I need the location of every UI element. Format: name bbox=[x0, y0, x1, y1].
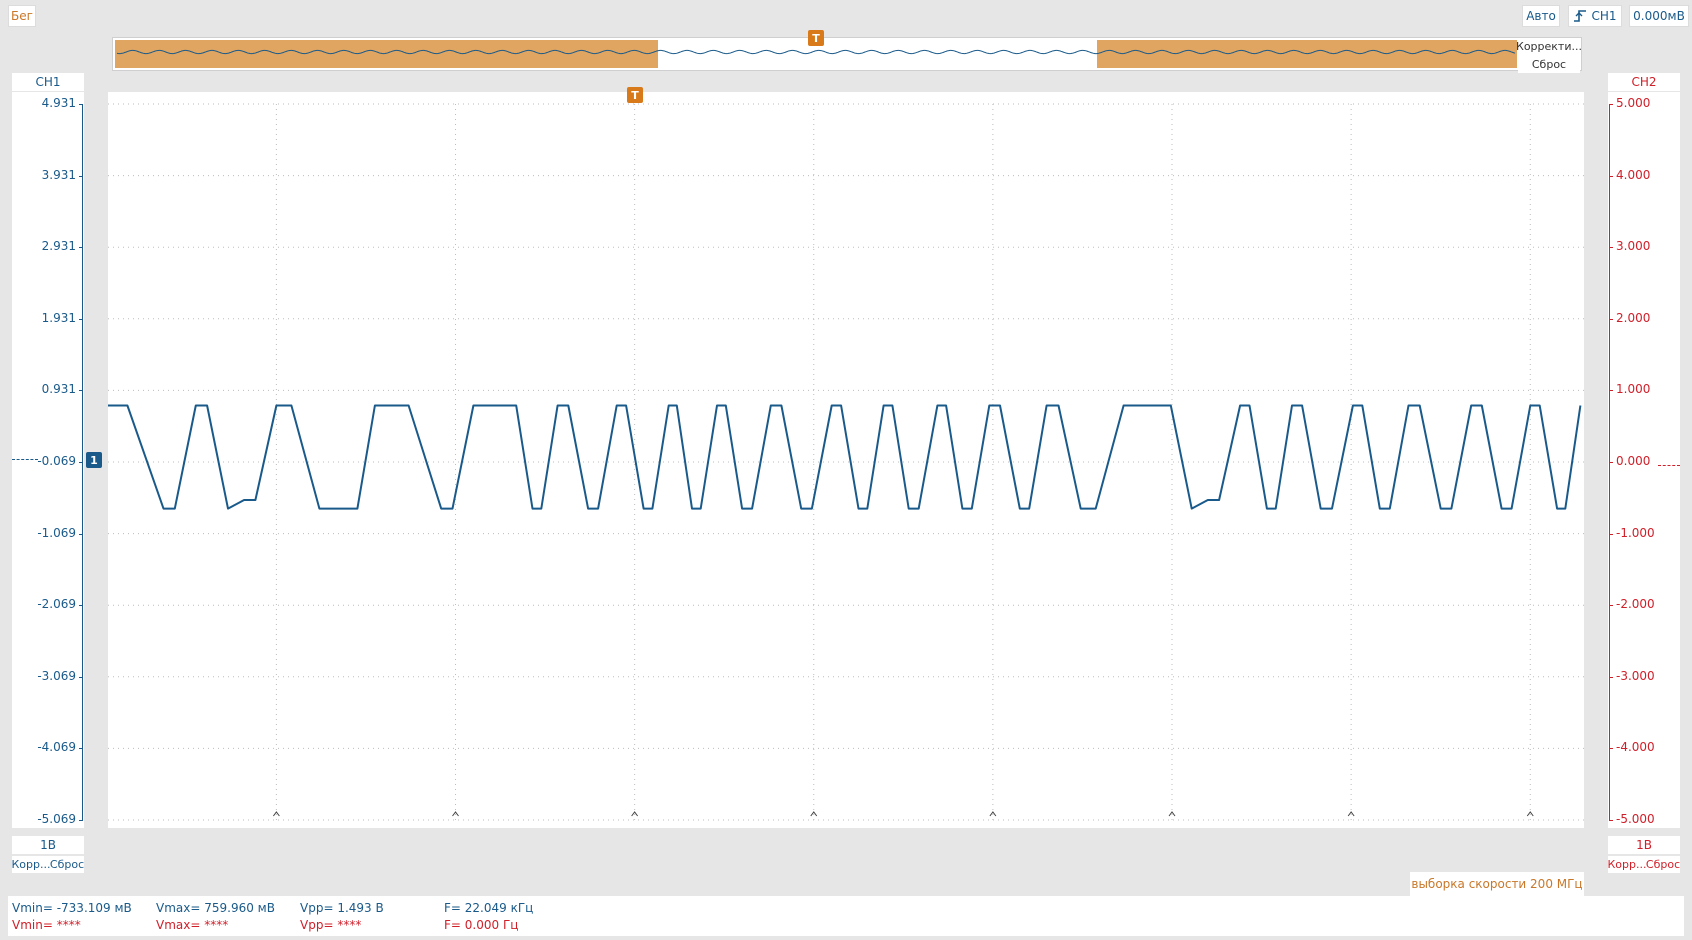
y-tick-label: -3.000 bbox=[1616, 668, 1655, 683]
ch2-vpp: Vpp= **** bbox=[300, 918, 362, 932]
trigger-mode-label: Авто bbox=[1526, 9, 1556, 23]
overview-left-shade bbox=[115, 40, 658, 68]
trigger-level-button[interactable]: 0.000мВ bbox=[1629, 5, 1689, 27]
y-tick-label: -1.069 bbox=[37, 525, 76, 540]
overview-trigger-marker-label: T bbox=[812, 31, 820, 45]
ch2-vmin: Vmin= **** bbox=[12, 918, 81, 932]
ch2-axis-panel: 5.000 4.000 3.000 2.000 1.000 0.000 -1.000 -2.0… bbox=[1608, 92, 1680, 828]
y-tick-label: -4.000 bbox=[1616, 740, 1655, 755]
ch2-axis-line bbox=[1609, 104, 1610, 820]
run-status-button[interactable]: Бег bbox=[8, 5, 36, 27]
y-tick-label: -4.069 bbox=[37, 740, 76, 755]
sample-rate-box: выборка скорости 200 МГц bbox=[1410, 872, 1584, 896]
ch2-freq: F= 0.000 Гц bbox=[444, 918, 519, 932]
ch1-vmin: Vmin= -733.109 мВ bbox=[12, 901, 132, 915]
ch1-title[interactable]: CH1 bbox=[12, 73, 84, 91]
y-tick-label: 1.931 bbox=[41, 310, 76, 325]
ch2-vmax: Vmax= **** bbox=[156, 918, 229, 932]
y-tick-label: 3.000 bbox=[1616, 239, 1651, 254]
waveform-overview[interactable] bbox=[112, 37, 1582, 71]
trigger-source-label: CH1 bbox=[1591, 9, 1617, 23]
ch2-title[interactable]: CH2 bbox=[1608, 73, 1680, 91]
y-tick-label: -2.069 bbox=[37, 597, 76, 612]
overview-trigger-marker[interactable]: T bbox=[808, 30, 824, 46]
rising-edge-icon bbox=[1573, 9, 1587, 23]
y-tick-label: 1.000 bbox=[1616, 382, 1651, 397]
scope-display[interactable]: -200 us-100 us0 us+100 us+200 us+300 us+… bbox=[108, 92, 1584, 828]
ch1-offset-dash bbox=[12, 459, 38, 460]
scope-plot-canvas: -200 us-100 us0 us+100 us+200 us+300 us+… bbox=[108, 103, 1584, 821]
ch1-offset-marker[interactable]: 1 bbox=[86, 452, 102, 468]
y-tick-label: 5.000 bbox=[1616, 96, 1651, 110]
ch1-scale-label: 1В bbox=[40, 838, 56, 852]
y-tick-label: 4.931 bbox=[41, 96, 76, 110]
overview-correct-label: Корректи... bbox=[1516, 40, 1582, 53]
trigger-mode-button[interactable]: Авто bbox=[1522, 5, 1560, 27]
overview-canvas bbox=[115, 40, 1517, 68]
y-tick-label: -5.000 bbox=[1616, 812, 1655, 826]
ch1-freq: F= 22.049 кГц bbox=[444, 901, 534, 915]
ch1-scale[interactable]: 1В bbox=[12, 836, 84, 854]
ch2-reset-label: Сброс bbox=[1645, 858, 1681, 871]
y-tick-label: -2.000 bbox=[1616, 597, 1655, 612]
ch2-correct-button[interactable]: Корр... bbox=[1607, 856, 1647, 873]
trigger-source-button[interactable]: CH1 bbox=[1568, 5, 1622, 27]
overview-correct-button[interactable]: Корректи... bbox=[1516, 38, 1582, 55]
ch2-reset-button[interactable]: Сброс bbox=[1646, 856, 1680, 873]
y-tick-label: 0.931 bbox=[41, 382, 76, 397]
ch2-title-label: CH2 bbox=[1631, 75, 1657, 89]
y-tick-label: 0.000 bbox=[1616, 454, 1651, 468]
ch2-scale-label: 1В bbox=[1636, 838, 1652, 852]
ch1-axis-line bbox=[82, 104, 83, 820]
trigger-level-label: 0.000мВ bbox=[1633, 9, 1685, 23]
ch2-offset-dash bbox=[1658, 465, 1680, 466]
y-tick-label: 4.000 bbox=[1616, 167, 1651, 182]
y-tick-label: -0.069 bbox=[37, 454, 76, 468]
ch1-axis-panel: 4.931 3.931 2.931 1.931 0.931 -0.069 -1.069 -2.… bbox=[12, 92, 84, 828]
ch1-vpp: Vpp= 1.493 В bbox=[300, 901, 384, 915]
ch1-title-label: CH1 bbox=[35, 75, 61, 89]
ch1-reset-button[interactable]: Сброс bbox=[50, 856, 84, 873]
y-tick-mark bbox=[79, 820, 83, 821]
y-tick-label: 3.931 bbox=[41, 167, 76, 182]
y-tick-label: -3.069 bbox=[37, 668, 76, 683]
y-tick-mark bbox=[1609, 820, 1613, 821]
measurement-panel: Vmin= -733.109 мВ Vmax= 759.960 мВ Vpp= … bbox=[8, 896, 1684, 936]
y-tick-label: 2.931 bbox=[41, 239, 76, 254]
run-status-label: Бег bbox=[11, 9, 33, 23]
ch1-correct-label: Корр... bbox=[11, 858, 51, 871]
ch2-scale[interactable]: 1В bbox=[1608, 836, 1680, 854]
sample-rate-label: выборка скорости 200 МГц bbox=[1411, 877, 1583, 891]
ch1-waveform bbox=[108, 404, 1582, 510]
y-tick-label: -5.069 bbox=[37, 812, 76, 826]
ch2-correct-label: Корр... bbox=[1607, 858, 1647, 871]
y-tick-label: -1.000 bbox=[1616, 525, 1655, 540]
overview-reset-label: Сброс bbox=[1531, 58, 1567, 71]
overview-reset-button[interactable]: Сброс bbox=[1518, 56, 1580, 73]
main-trigger-marker-label: T bbox=[631, 88, 639, 102]
y-tick-label: 2.000 bbox=[1616, 310, 1651, 325]
ch1-vmax: Vmax= 759.960 мВ bbox=[156, 901, 275, 915]
main-trigger-marker[interactable]: T bbox=[627, 87, 643, 103]
ch1-reset-label: Сброс bbox=[49, 858, 85, 871]
ch1-correct-button[interactable]: Корр... bbox=[11, 856, 51, 873]
